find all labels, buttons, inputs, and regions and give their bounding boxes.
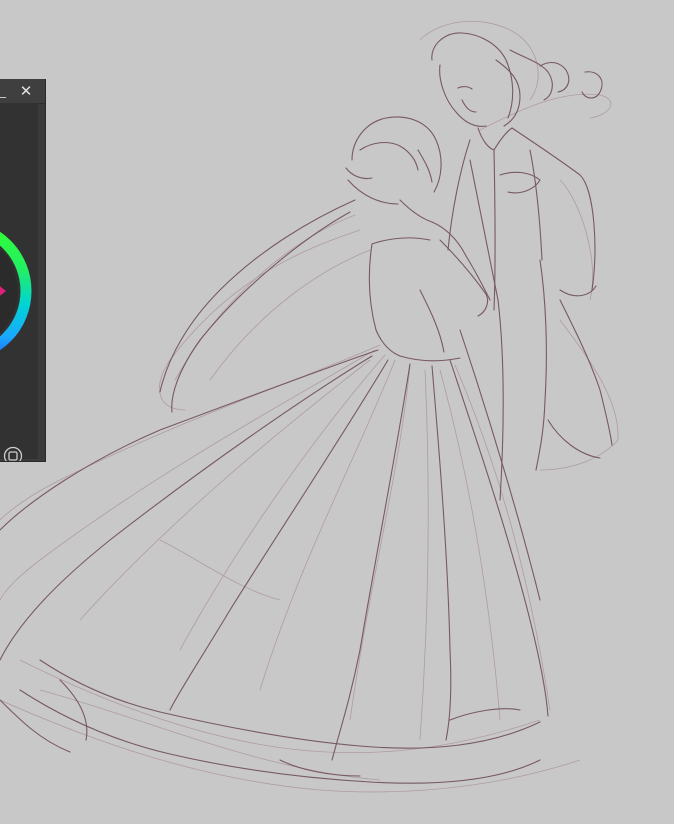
panel-titlebar[interactable]: _ ✕ [0,79,45,104]
color-wheel[interactable] [0,196,36,386]
expand-icon [3,446,23,461]
expand-button[interactable] [3,446,23,461]
color-panel: _ ✕ [0,79,46,462]
close-button[interactable]: ✕ [18,83,34,99]
minimize-button[interactable]: _ [0,85,10,97]
panel-body [0,103,38,461]
drawing-canvas[interactable] [0,0,674,824]
sketch-artwork [0,20,619,793]
